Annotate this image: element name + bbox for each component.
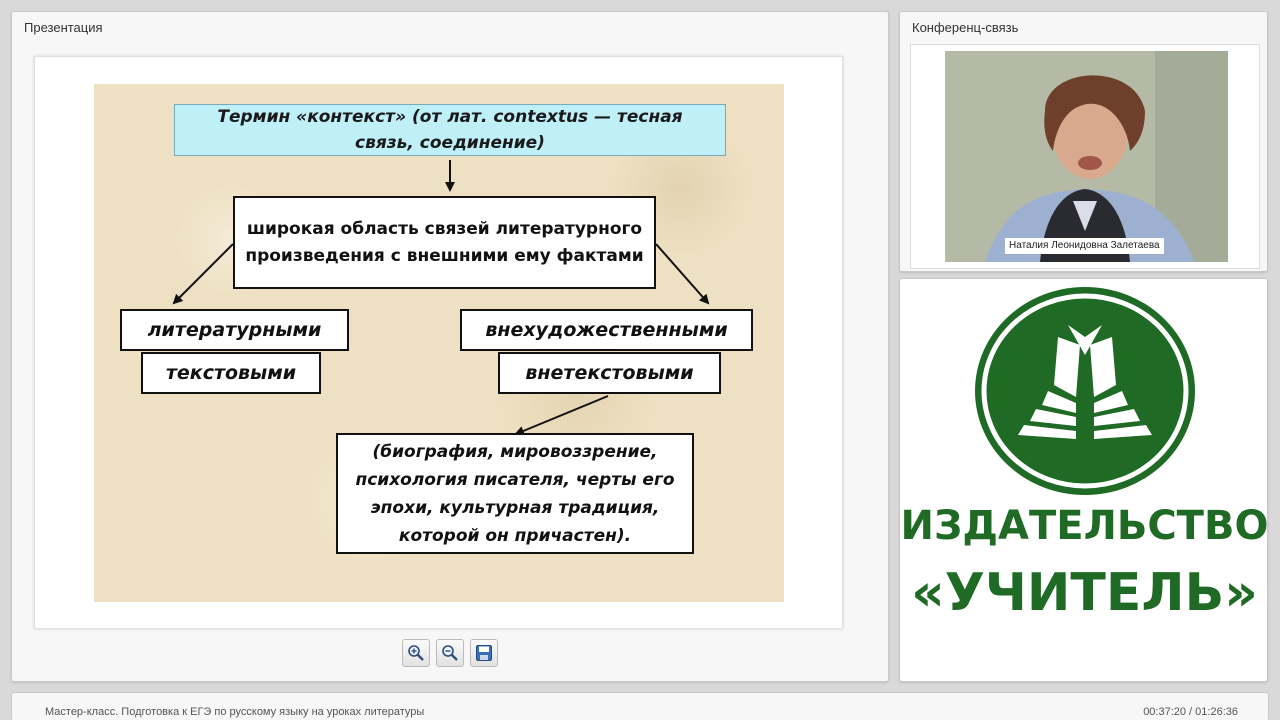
wide-area-box: широкая область связей литературного про…: [233, 196, 656, 289]
video-frame: Наталия Леонидовна Залетаева: [910, 44, 1260, 269]
slide-toolbar: [402, 639, 502, 669]
zoom-in-icon: [408, 645, 424, 661]
course-title: Мастер-класс. Подготовка к ЕГЭ по русско…: [45, 706, 425, 718]
save-icon: [476, 645, 492, 661]
publisher-name-line1: ИЗДАТЕЛЬСТВО: [900, 503, 1269, 549]
non-artistic-box: внехудожественными: [460, 309, 753, 351]
arrow-wide-to-literary: [172, 243, 234, 305]
playback-timecode: 00:37:20 / 01:26:36: [1143, 706, 1238, 718]
save-button[interactable]: [470, 639, 498, 667]
slide: Термин «контекст» (от лат. contextus — т…: [94, 84, 784, 602]
speaker-video[interactable]: Наталия Леонидовна Залетаева: [945, 51, 1228, 262]
term-box: Термин «контекст» (от лат. contextus — т…: [174, 104, 726, 156]
zoom-out-icon: [442, 645, 458, 661]
zoom-out-button[interactable]: [436, 639, 464, 667]
arrow-wide-to-nonartistic: [655, 243, 710, 305]
details-box: (биография, мировоззрение, психология пи…: [336, 433, 694, 554]
literary-box: литературными: [120, 309, 349, 351]
arrow-extext-to-details: [514, 395, 609, 436]
publisher-logo-icon: [975, 287, 1195, 495]
zoom-in-button[interactable]: [402, 639, 430, 667]
conference-panel: Конференц-связь Наталия Леонидовна Залет…: [899, 11, 1268, 272]
speaker-name-label: Наталия Леонидовна Залетаева: [1005, 238, 1164, 254]
conference-panel-title: Конференц-связь: [912, 20, 1019, 35]
speaker-silhouette-icon: [945, 51, 1228, 262]
extratextual-box: внетекстовыми: [498, 352, 721, 394]
slide-frame: Термин «контекст» (от лат. contextus — т…: [34, 56, 843, 629]
presentation-panel-title: Презентация: [24, 20, 103, 35]
presentation-panel: Презентация Термин «контекст» (от лат. c…: [11, 11, 889, 682]
publisher-logo-panel: ИЗДАТЕЛЬСТВО «УЧИТЕЛЬ»: [899, 278, 1268, 682]
footer-bar: Мастер-класс. Подготовка к ЕГЭ по русско…: [11, 692, 1269, 720]
publisher-name-line2: «УЧИТЕЛЬ»: [911, 563, 1258, 623]
textual-box: текстовыми: [141, 352, 321, 394]
